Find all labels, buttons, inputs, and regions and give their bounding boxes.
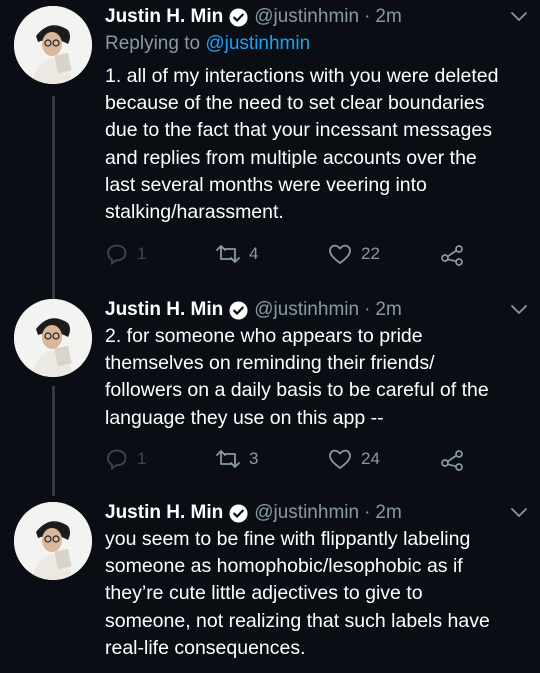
tweet-line: 2. for someone who appears to pride xyxy=(105,325,423,347)
tweet-line: real-life consequences. xyxy=(105,636,306,659)
retweet-icon xyxy=(216,450,240,468)
avatar[interactable] xyxy=(14,6,92,84)
chevron-down-icon[interactable] xyxy=(508,504,530,520)
tweet-line: stalking/harassment. xyxy=(105,201,284,224)
author-handle[interactable]: @justinhmin xyxy=(254,6,359,28)
retweet-icon xyxy=(216,245,240,263)
tweet-line: due to the fact that your incessant mess… xyxy=(105,119,492,142)
reply-count: 1 xyxy=(137,449,147,468)
tweet-text: 1. all of my interactions with you were … xyxy=(105,63,530,226)
tweet-line: they’re cute little adjectives to give t… xyxy=(105,582,423,605)
replying-label: Replying to xyxy=(105,33,201,54)
tweet-header: Justin H. Min @justinhmin · 2m xyxy=(105,295,402,325)
share-button[interactable] xyxy=(439,447,465,471)
tweet-text: 2. for someone who appears to pride them… xyxy=(105,323,530,432)
verified-icon xyxy=(229,503,248,523)
author-handle[interactable]: @justinhmin xyxy=(254,299,359,321)
share-icon xyxy=(441,245,463,266)
separator-dot: · xyxy=(364,6,371,27)
like-count: 22 xyxy=(361,244,380,263)
share-button[interactable] xyxy=(439,242,465,266)
retweet-button[interactable]: 3 xyxy=(215,447,258,471)
like-button[interactable]: 22 xyxy=(327,242,380,266)
tweet-text: you seem to be fine with flippantly labe… xyxy=(105,526,530,662)
verified-icon xyxy=(229,7,248,27)
tweet-line: you seem to be fine with flippantly labe… xyxy=(105,528,471,550)
share-icon xyxy=(441,450,463,471)
action-bar: 1 3 24 xyxy=(105,447,465,473)
tweet-line: and replies from multiple accounts over … xyxy=(105,146,477,169)
tweet-line: someone, not realizing that such labels … xyxy=(105,609,490,632)
avatar[interactable] xyxy=(14,299,92,377)
tweet-line: someone as homophobic/lesophobic as if xyxy=(105,555,463,578)
retweet-count: 3 xyxy=(249,449,259,468)
separator-dot: · xyxy=(364,502,371,523)
author-name[interactable]: Justin H. Min xyxy=(105,502,223,524)
tweet-line: language they use on this app -- xyxy=(105,406,384,429)
replying-to: Replying to @justinhmin xyxy=(105,33,310,55)
tweet-line: themselves on reminding their friends/ xyxy=(105,352,435,375)
heart-icon xyxy=(329,449,351,469)
avatar[interactable] xyxy=(14,502,92,580)
replying-mention[interactable]: @justinhmin xyxy=(205,33,310,54)
like-count: 24 xyxy=(361,449,380,468)
tweet-header: Justin H. Min @justinhmin · 2m xyxy=(105,498,402,528)
timestamp[interactable]: 2m xyxy=(375,299,401,321)
author-handle[interactable]: @justinhmin xyxy=(254,502,359,524)
reply-count: 1 xyxy=(137,244,147,263)
reply-button[interactable]: 1 xyxy=(105,447,146,471)
verified-icon xyxy=(229,300,248,320)
separator-dot: · xyxy=(364,299,371,320)
heart-icon xyxy=(329,244,351,264)
tweet-header: Justin H. Min @justinhmin · 2m xyxy=(105,2,402,32)
like-button[interactable]: 24 xyxy=(327,447,380,471)
retweet-count: 4 xyxy=(249,244,259,263)
tweet-line: because of the need to set clear boundar… xyxy=(105,92,485,115)
author-name[interactable]: Justin H. Min xyxy=(105,6,223,28)
reply-button[interactable]: 1 xyxy=(105,242,146,266)
timestamp[interactable]: 2m xyxy=(375,6,401,28)
tweet-line: last several months were veering into xyxy=(105,173,427,196)
action-bar: 1 4 22 xyxy=(105,242,465,268)
chevron-down-icon[interactable] xyxy=(508,301,530,317)
chevron-down-icon[interactable] xyxy=(508,8,530,24)
author-name[interactable]: Justin H. Min xyxy=(105,299,223,321)
thread-line xyxy=(52,386,55,496)
timestamp[interactable]: 2m xyxy=(375,502,401,524)
thread-line xyxy=(52,96,55,300)
reply-icon xyxy=(107,244,127,266)
tweet-line: 1. all of my interactions with you were … xyxy=(105,65,499,87)
reply-icon xyxy=(107,449,127,471)
tweet-line: followers on a daily basis to be careful… xyxy=(105,379,489,402)
retweet-button[interactable]: 4 xyxy=(215,242,258,266)
